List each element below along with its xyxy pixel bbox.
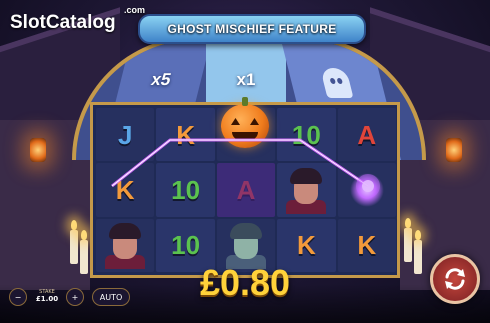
stake-value: £1.00 (35, 295, 59, 303)
spin-button[interactable] (430, 254, 480, 304)
game-stage: SlotCatalog .com x5 x1 GHOST MISCHIEF FE… (0, 0, 490, 323)
stake-display: STAKE £1.00 (29, 285, 65, 307)
autoplay-button[interactable]: AUTO (92, 288, 130, 306)
decrease-stake-button[interactable]: − (9, 288, 27, 306)
increase-stake-button[interactable]: + (66, 288, 84, 306)
spin-arrows-icon (445, 268, 465, 290)
win-amount: £0.80 (199, 262, 291, 303)
